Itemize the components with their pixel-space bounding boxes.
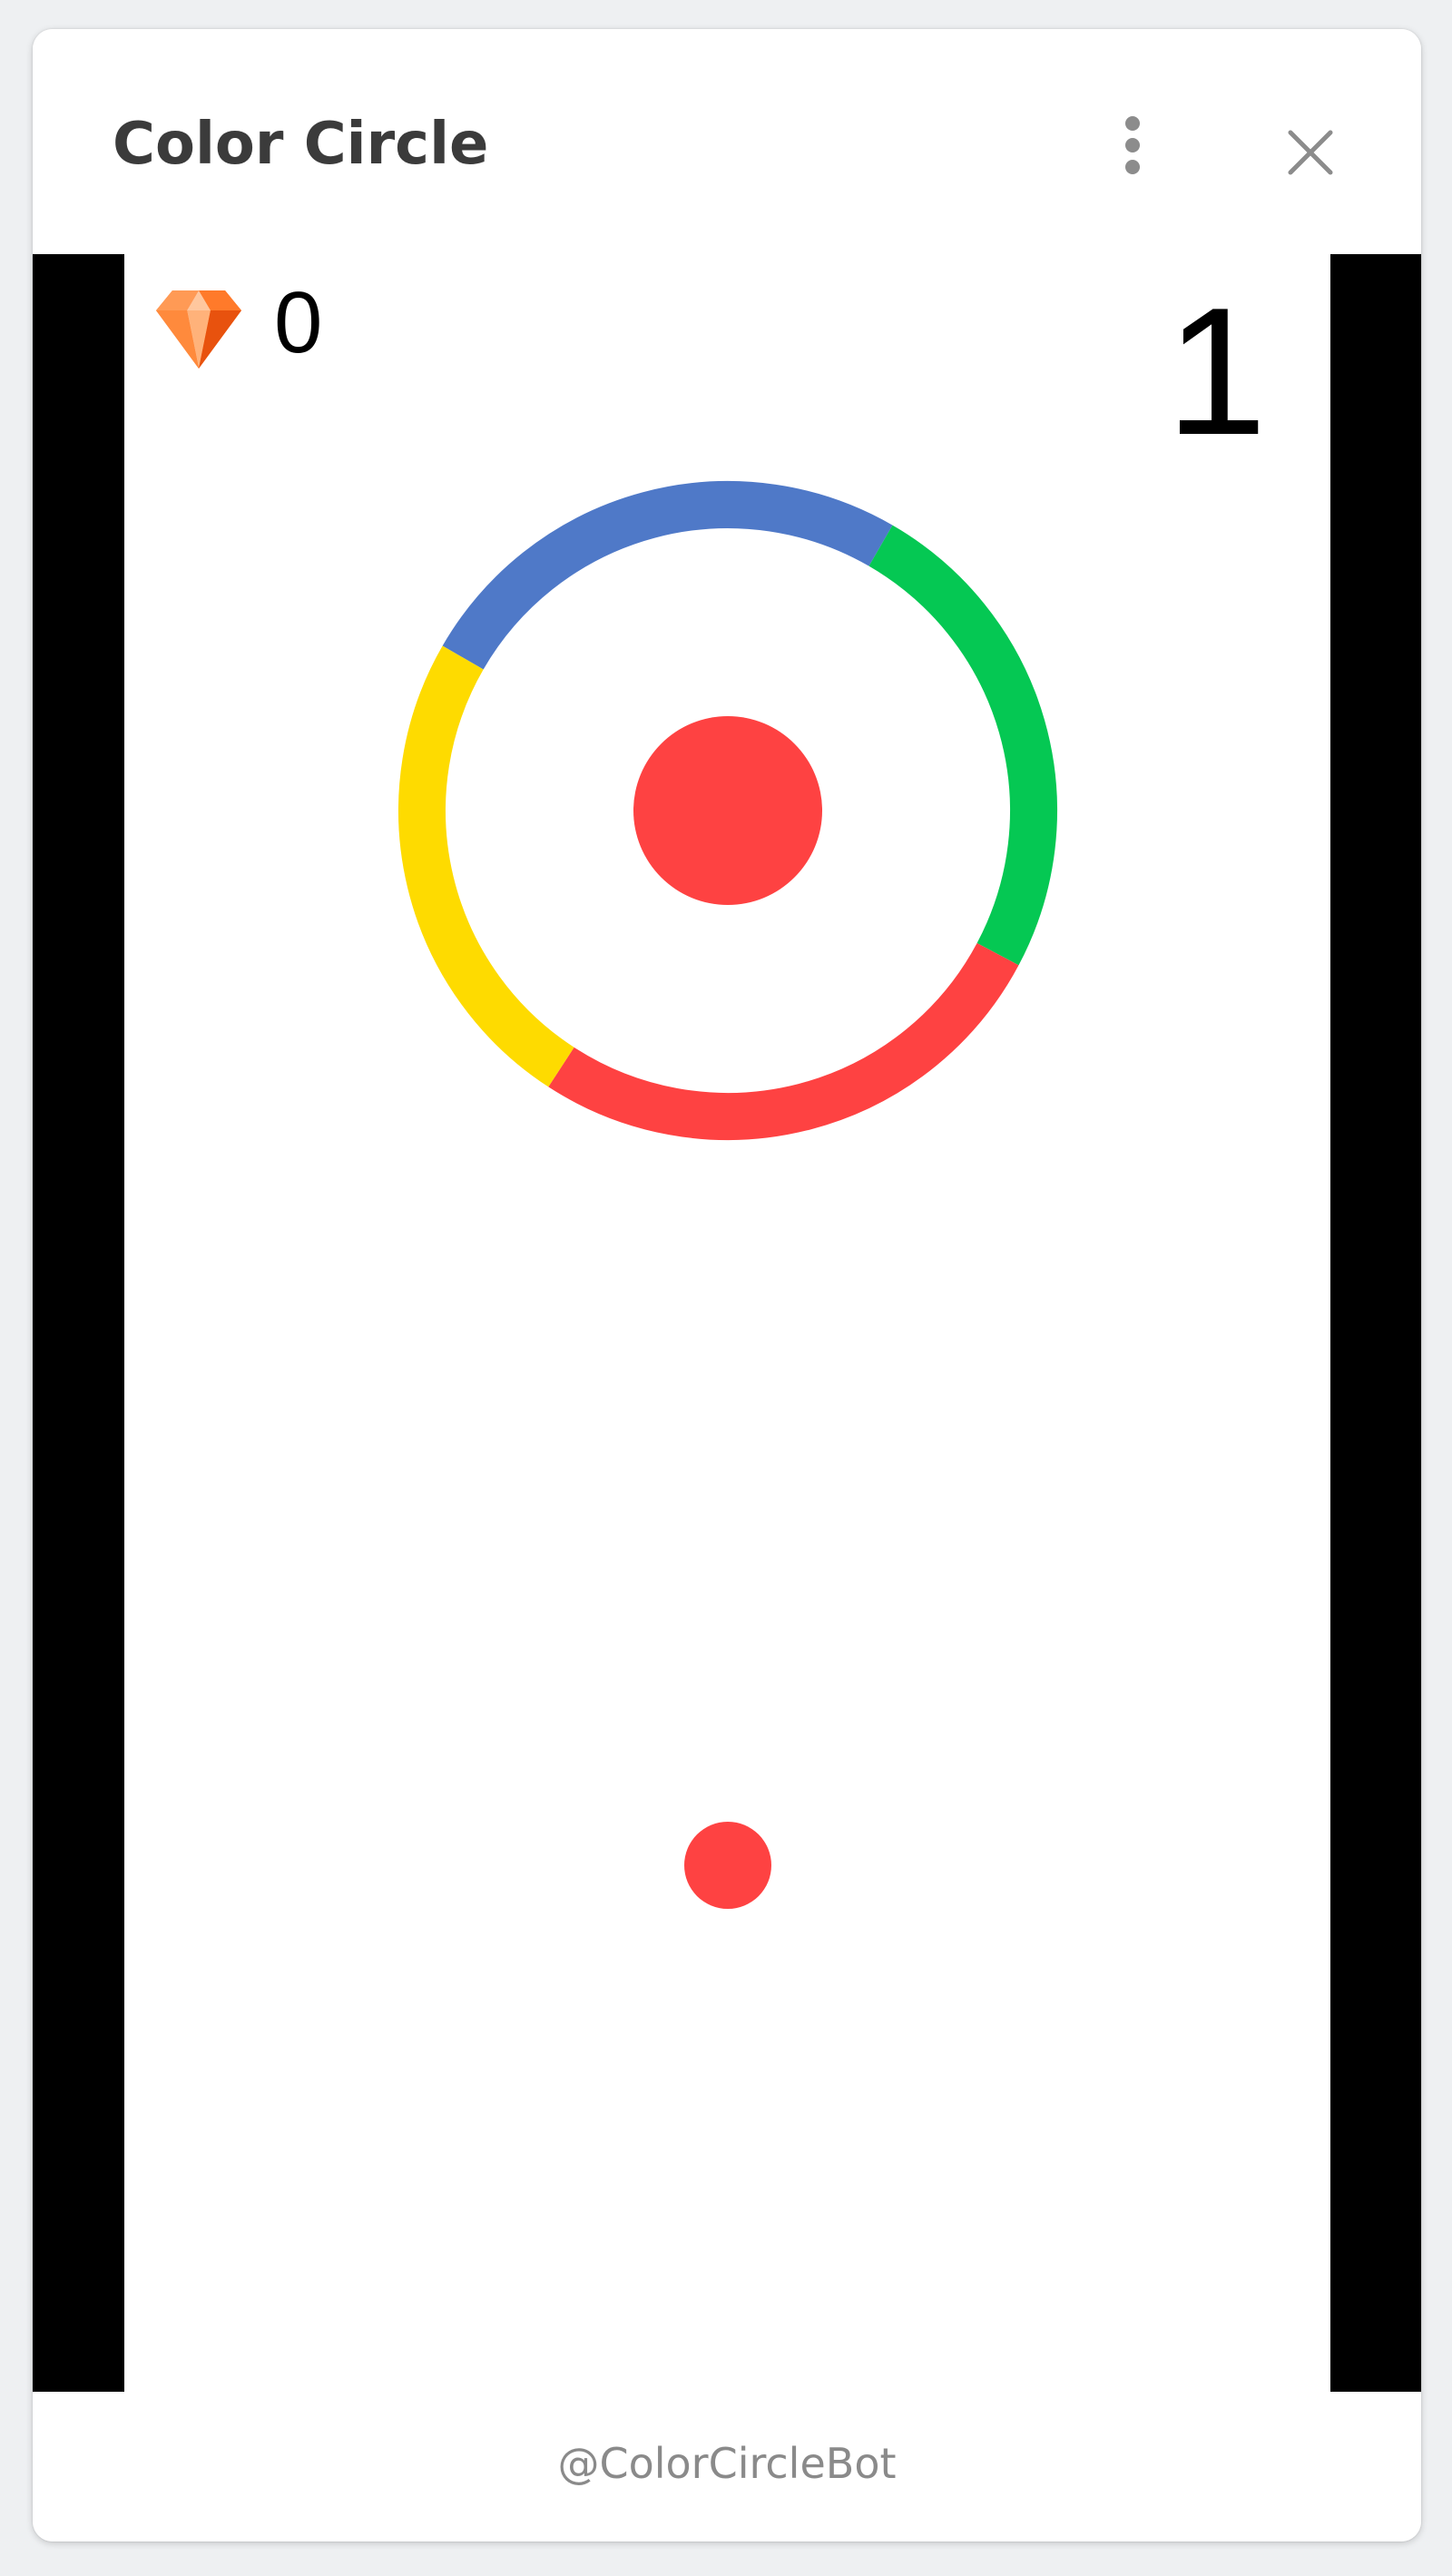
window-header: Color Circle [33,29,1421,254]
player-ball [684,1822,771,1909]
more-menu-button[interactable] [1104,107,1162,198]
footer: @ColorCircleBot [33,2392,1421,2542]
game-window: Color Circle 0 1 @ColorCircleBot [33,29,1421,2542]
close-icon [1288,130,1333,175]
color-switch-dot [633,716,822,905]
close-button[interactable] [1276,118,1345,187]
ring-segment-blue [442,481,893,670]
ring-segment-yellow [398,645,574,1087]
score: 1 [1165,270,1267,473]
ring-segment-red [548,942,1019,1140]
game-canvas[interactable]: 0 1 [33,254,1421,2392]
ring-segment-green [868,525,1057,966]
gem-count: 0 [274,274,323,371]
bot-handle: @ColorCircleBot [557,2439,897,2488]
playfield [398,481,1057,1909]
window-title: Color Circle [113,111,489,178]
gem-icon [156,290,241,369]
more-vertical-icon [1125,116,1140,174]
